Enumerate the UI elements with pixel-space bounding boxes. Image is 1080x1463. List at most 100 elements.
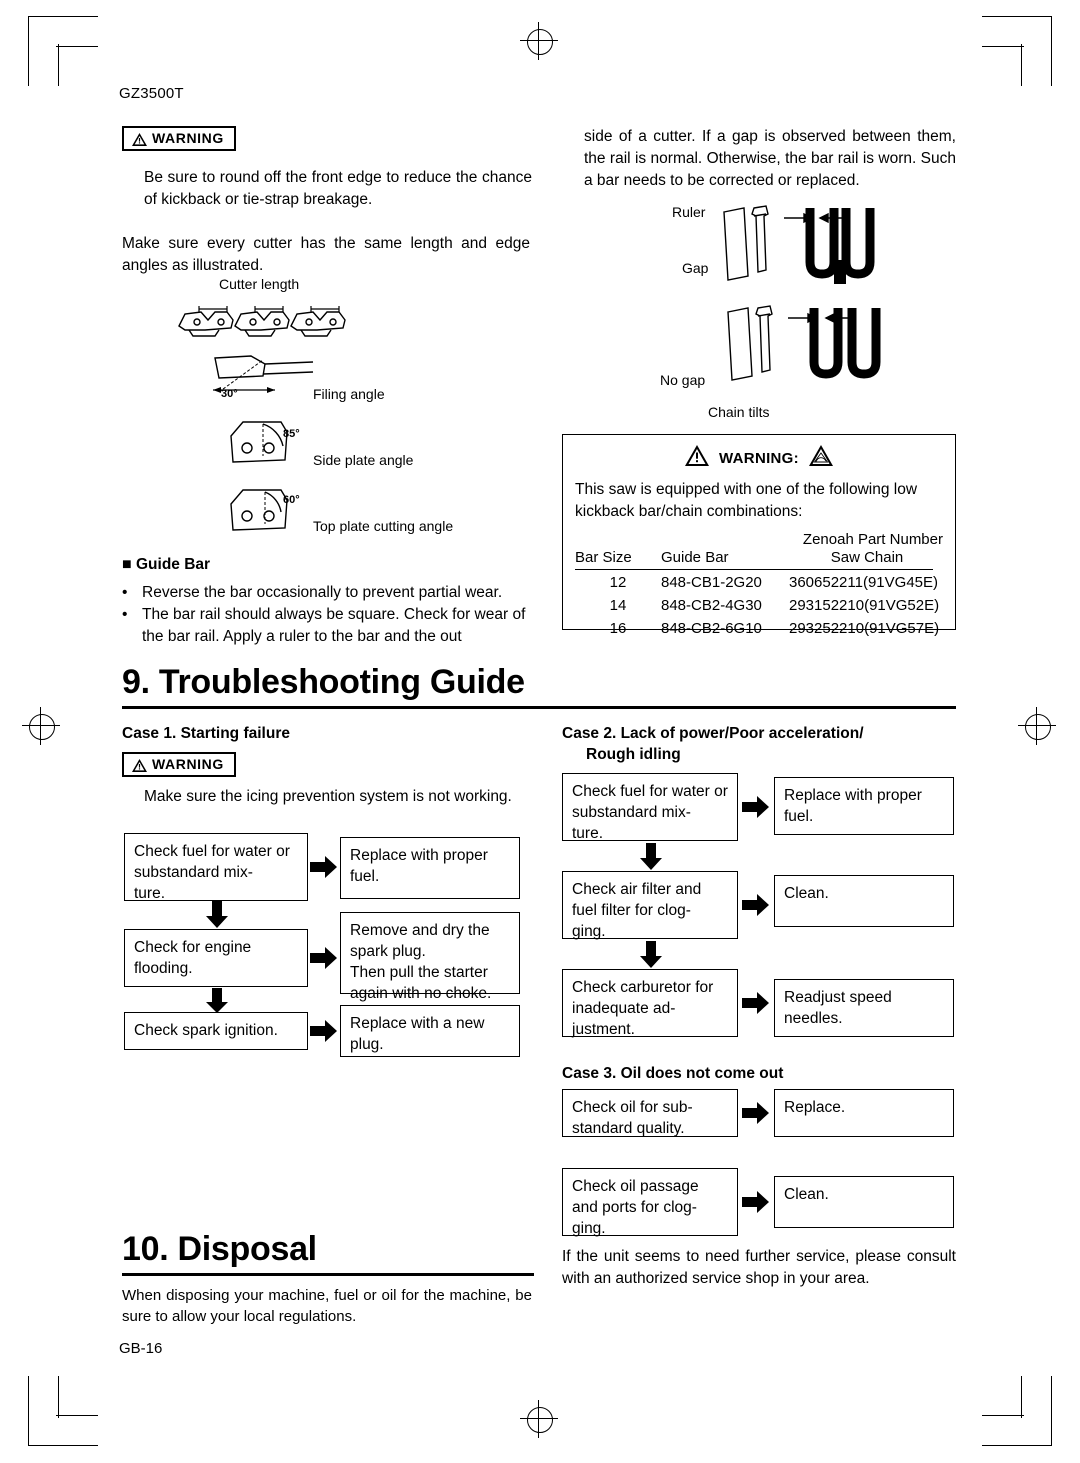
bullet-dot-icon: • xyxy=(122,584,128,601)
case3-box-right-2: Clean. xyxy=(774,1176,954,1228)
table-header-row: Bar Size Guide Bar Saw Chain xyxy=(575,549,945,566)
case1-arrow-down-1 xyxy=(206,901,228,928)
table-title: Zenoah Part Number xyxy=(802,531,943,548)
label-top-plate-value: 60° xyxy=(283,494,300,506)
bullet-dot-icon-2: • xyxy=(122,606,128,623)
guide-bar-bullet-1: • Reverse the bar occasionally to preven… xyxy=(122,582,534,604)
case3-box-left-1: Check oil for sub- standard quality. xyxy=(562,1089,738,1137)
case2-arrow-right-1 xyxy=(742,796,769,818)
case1-arrow-down-2 xyxy=(206,988,228,1013)
warning-badge-1-label: WARNING xyxy=(152,130,224,146)
section-10-body: When disposing your machine, fuel or oil… xyxy=(122,1287,532,1325)
warning-box-title-row: WARNING: xyxy=(563,445,955,471)
cell-saw-chain: 293252210(91VG57E) xyxy=(789,620,940,637)
guide-bar-heading: ■ Guide Bar xyxy=(122,556,534,574)
crop-mark-bottom-left xyxy=(28,1376,98,1446)
warning-box-body: This saw is equipped with one of the fol… xyxy=(575,481,918,520)
cell-bar-size: 16 xyxy=(609,620,627,637)
case1-box-left-3: Check spark ignition. xyxy=(124,1012,308,1050)
case2-arrow-down-2 xyxy=(640,941,662,968)
crop-mark-top-right xyxy=(982,16,1052,86)
warning-triangle-icon xyxy=(132,131,147,147)
table-header-saw-chain: Saw Chain xyxy=(830,549,904,566)
case-3-heading: Case 3. Oil does not come out xyxy=(562,1065,784,1082)
case3-arrow-right-2 xyxy=(742,1191,769,1213)
chain-teeth-figure xyxy=(178,306,346,337)
cell-bar-size: 12 xyxy=(609,574,627,591)
case3-arrow-right-1 xyxy=(742,1102,769,1124)
warning-box-title: WARNING: xyxy=(719,449,799,467)
crop-mark-top-left xyxy=(28,16,98,86)
table-header-rule xyxy=(575,569,933,570)
section-10-title: 10. Disposal xyxy=(122,1230,317,1268)
label-filing-angle: Filing angle xyxy=(313,386,385,402)
ruler-gap-figure-group: Ruler Gap No gap Chain tilts xyxy=(660,200,960,422)
case1-arrow-right-2 xyxy=(310,947,337,969)
label-no-gap: No gap xyxy=(660,372,706,388)
case2-box-left-2: Check air filter and fuel filter for clo… xyxy=(562,871,738,940)
label-side-plate-angle: Side plate angle xyxy=(313,452,414,468)
cell-saw-chain: 293152210(91VG52E) xyxy=(789,597,940,614)
case2-arrow-down-1 xyxy=(640,843,662,870)
bar-chain-table: Zenoah Part Number Bar Size Guide Bar Sa… xyxy=(575,531,945,637)
case1-box-right-3: Replace with a new plug. xyxy=(340,1005,520,1057)
table-row: 12 848-CB1-2G20 360652211(91VG45E) xyxy=(575,574,945,591)
case-2-heading-line2: Rough idling xyxy=(586,746,681,763)
label-side-plate-value: 85° xyxy=(283,428,300,440)
warning-badge-2: WARNING xyxy=(122,752,236,777)
top-plate-angle-figure xyxy=(230,489,288,531)
case-2-heading: Case 2. Lack of power/Poor acceleration/ xyxy=(562,725,864,742)
case1-arrow-right-3 xyxy=(310,1020,337,1042)
section-10-rule xyxy=(122,1273,534,1276)
case3-box-left-2: Check oil passage and ports for clog- gi… xyxy=(562,1168,738,1237)
case1-box-left-2: Check for engine flooding. xyxy=(124,929,308,987)
registration-mark-right xyxy=(1018,707,1056,745)
document-page: GZ3500T GB-16 WARNING Be sure to round o… xyxy=(0,0,1080,1463)
section-9-closing: If the unit seems to need further servic… xyxy=(562,1248,956,1287)
right-top-paragraph: side of a cutter. If a gap is observed b… xyxy=(584,128,956,189)
case2-box-right-1: Replace with proper fuel. xyxy=(774,777,954,835)
kickback-warning-icon xyxy=(808,445,833,471)
case1-box-right-1: Replace with proper fuel. xyxy=(340,837,520,899)
table-row: 16 848-CB2-6G10 293252210(91VG57E) xyxy=(575,620,945,637)
warning-1-text: Be sure to round off the front edge to r… xyxy=(144,169,532,208)
cutter-figure-group: Cutter length 30° Filing angle 85° Side … xyxy=(175,276,535,566)
guide-bar-bullet-1-text: Reverse the bar occasionally to prevent … xyxy=(142,584,503,601)
section-9-rule xyxy=(122,706,956,709)
crop-mark-bottom-right xyxy=(982,1376,1052,1446)
warning-badge-1: WARNING xyxy=(122,126,236,151)
model-header: GZ3500T xyxy=(119,85,184,102)
label-gap: Gap xyxy=(682,260,709,276)
case3-box-right-1: Replace. xyxy=(774,1089,954,1137)
case2-box-right-3: Readjust speed needles. xyxy=(774,979,954,1037)
case1-box-left-1: Check fuel for water or substandard mix-… xyxy=(124,833,308,902)
cell-bar-size: 14 xyxy=(609,597,627,614)
case-1-warning-text: Make sure the icing prevention system is… xyxy=(144,788,512,805)
case-1-heading: Case 1. Starting failure xyxy=(122,725,290,742)
case2-box-right-2: Clean. xyxy=(774,875,954,927)
guide-bar-bullet-2-text: The bar rail should always be square. Ch… xyxy=(142,606,526,645)
cell-guide-bar: 848-CB1-2G20 xyxy=(661,574,762,591)
label-filing-angle-value: 30° xyxy=(221,388,238,400)
warning-triangle-icon-2 xyxy=(132,757,147,773)
warning-triangle-icon-left xyxy=(685,445,710,471)
label-chain-tilts: Chain tilts xyxy=(708,404,770,420)
warning-badge-2-label: WARNING xyxy=(152,756,224,772)
square-bullet-icon: ■ xyxy=(122,556,132,573)
case2-box-left-3: Check carburetor for inadequate ad- just… xyxy=(562,969,738,1038)
cell-guide-bar: 848-CB2-4G30 xyxy=(661,597,762,614)
left-column-top: WARNING Be sure to round off the front e… xyxy=(122,126,532,277)
case2-arrow-right-3 xyxy=(742,992,769,1014)
guide-bar-section: ■ Guide Bar • Reverse the bar occasional… xyxy=(122,556,534,648)
table-row: 14 848-CB2-4G30 293152210(91VG52E) xyxy=(575,597,945,614)
label-top-plate-angle: Top plate cutting angle xyxy=(313,518,454,534)
guide-bar-bullet-2: • The bar rail should always be square. … xyxy=(122,604,534,648)
table-header-guide-bar: Guide Bar xyxy=(661,549,729,566)
registration-mark-left xyxy=(22,707,60,745)
registration-mark-bottom xyxy=(520,1400,558,1438)
page-number: GB-16 xyxy=(119,1340,163,1357)
registration-mark-top xyxy=(520,22,558,60)
case1-arrow-right-1 xyxy=(310,856,337,878)
section-9-title: 9. Troubleshooting Guide xyxy=(122,663,525,701)
case2-arrow-right-2 xyxy=(742,894,769,916)
